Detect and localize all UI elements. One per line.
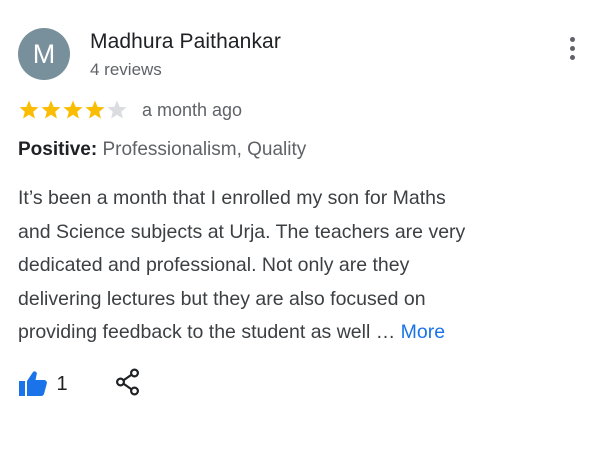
review-time: a month ago [142,100,243,120]
more-options-button[interactable] [562,34,584,64]
review-text-line-last: providing feedback to the student as wel… [18,316,578,350]
more-vert-icon-dot [570,55,575,60]
review-text-line: providing feedback to the student as wel… [18,321,396,343]
star-filled-icon [18,99,40,121]
star-filled-icon [62,99,84,121]
like-button[interactable]: 1 [18,370,68,398]
like-count: 1 [56,372,68,395]
review-attributes: Positive: Professionalism, Quality [18,139,306,161]
review-text-line: It’s been a month that I enrolled my son… [18,187,446,209]
review-text-line: dedicated and professional. Not only are… [18,254,410,276]
review-text-line: delivering lectures but they are also fo… [18,287,426,310]
avatar[interactable]: M [18,28,70,80]
more-vert-icon-dot [570,37,575,42]
share-button[interactable] [114,368,142,396]
more-link[interactable]: More [401,321,445,343]
more-vert-icon-dot [570,46,575,51]
review-text: It’s been a month that I enrolled my son… [18,182,578,350]
star-rating [18,99,128,123]
author-name[interactable]: Madhura Paithankar [90,30,281,54]
attributes-value: Professionalism, Quality [102,139,307,160]
share-icon [115,368,140,396]
star-filled-icon [40,99,62,121]
star-empty-icon [106,99,128,121]
author-review-count: 4 reviews [90,60,162,79]
thumbs-up-icon [18,370,48,398]
attributes-label: Positive: [18,139,98,160]
review-text-line: and Science subjects at Urja. The teache… [18,220,466,243]
review-card: M Madhura Paithankar 4 reviews a month a… [0,0,608,454]
star-filled-icon [84,99,106,121]
